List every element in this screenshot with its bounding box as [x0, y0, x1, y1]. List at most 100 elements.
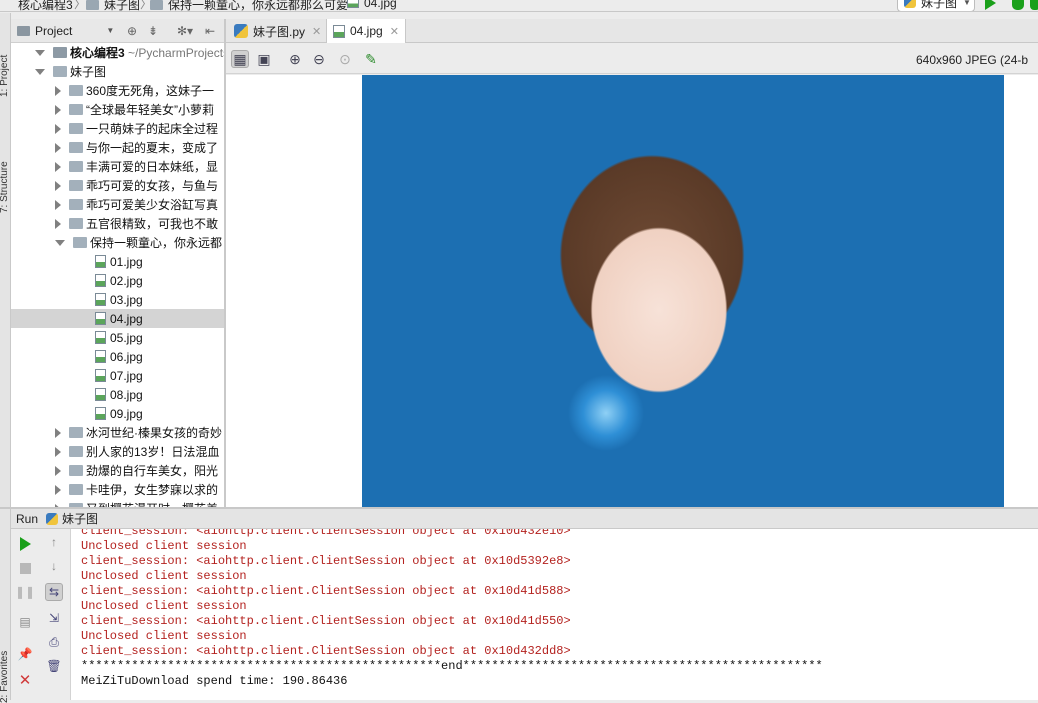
scroll-up-icon[interactable]: ↑: [45, 533, 63, 551]
console-output[interactable]: client_session: <aiohttp.client.ClientSe…: [71, 529, 1038, 700]
tree-root[interactable]: 核心编程3 ~/PycharmProjects: [11, 43, 224, 62]
tree-folder[interactable]: 五官很精致，可我也不敢: [11, 214, 224, 233]
breadcrumb-folder[interactable]: 妹子图: [86, 0, 140, 11]
folder-icon: [69, 465, 83, 476]
zoom-in-icon[interactable]: ⊕: [286, 50, 304, 68]
tree-folder[interactable]: 丰满可爱的日本妹纸，显: [11, 157, 224, 176]
console-line: Unclosed client session: [81, 569, 247, 583]
chevron-right-icon: [55, 161, 61, 172]
pin-icon[interactable]: 📌: [16, 645, 34, 663]
tool-tab-project[interactable]: 1: Project: [0, 27, 11, 97]
breadcrumb-subfolder[interactable]: 保持一颗童心，你永远都那么可爱: [150, 0, 348, 11]
tree-folder[interactable]: 360度无死角，这妹子一: [11, 81, 224, 100]
console-line: client_session: <aiohttp.client.ClientSe…: [81, 554, 571, 568]
tree-item-label: 360度无死角，这妹子一: [86, 84, 215, 98]
close-icon[interactable]: ✕: [16, 671, 34, 689]
tree-folder[interactable]: 劲爆的自行车美女，阳光: [11, 461, 224, 480]
image-file-icon: [95, 274, 106, 287]
chevron-right-icon: [55, 123, 61, 134]
folder-icon: [86, 0, 99, 10]
color-picker-icon[interactable]: ✎: [362, 50, 380, 68]
project-panel-header: Project ▼ ⊕ ⇟ ✻▾ ⇤: [11, 19, 224, 43]
stop-icon[interactable]: [16, 559, 34, 577]
locate-icon[interactable]: ⊕: [127, 24, 137, 38]
tree-folder[interactable]: 乖巧可爱美少女浴缸写真: [11, 195, 224, 214]
trash-icon[interactable]: 🗑: [45, 657, 63, 675]
tree-folder[interactable]: 冰河世纪·榛果女孩的奇妙: [11, 423, 224, 442]
actual-size-icon[interactable]: ⊙: [336, 50, 354, 68]
tree-file[interactable]: 08.jpg: [11, 385, 224, 404]
tree-item-label: 06.jpg: [110, 349, 143, 364]
tab-meizitu-py[interactable]: 妹子图.py ✕: [228, 19, 327, 43]
tree-item-label: 07.jpg: [110, 368, 143, 383]
print-icon[interactable]: ⎙: [45, 633, 63, 651]
scroll-to-end-icon[interactable]: ⇲: [45, 609, 63, 627]
gear-icon[interactable]: ✻▾: [177, 24, 193, 38]
tree-item-label: 03.jpg: [110, 292, 143, 307]
python-file-icon: [904, 0, 916, 8]
layout-icon[interactable]: ▤: [16, 613, 34, 631]
tree-item-label: 冰河世纪·榛果女孩的奇妙: [86, 426, 222, 440]
project-view-select[interactable]: Project ▼: [17, 24, 114, 38]
breadcrumb-file[interactable]: 04.jpg: [347, 0, 397, 10]
run-icon[interactable]: [985, 0, 996, 10]
hide-panel-icon[interactable]: ⇤: [205, 24, 215, 38]
folder-icon: [69, 427, 83, 438]
project-tree: 核心编程3 ~/PycharmProjects 妹子图 360度无死角，这妹子一…: [11, 43, 224, 507]
image-file-icon: [95, 331, 106, 344]
tool-tab-favorites[interactable]: 2: Favorites: [0, 623, 11, 703]
folder-icon: [69, 123, 83, 134]
zoom-out-icon[interactable]: ⊖: [310, 50, 328, 68]
toggle-chessboard-icon[interactable]: ▦: [231, 50, 249, 68]
image-file-icon: [95, 350, 106, 363]
soft-wrap-icon[interactable]: ⇆: [45, 583, 63, 601]
breadcrumb-project[interactable]: 核心编程3: [18, 0, 73, 11]
chevron-down-icon: ▼: [963, 0, 971, 7]
tree-folder[interactable]: 一只萌妹子的起床全过程: [11, 119, 224, 138]
tree-file[interactable]: 01.jpg: [11, 252, 224, 271]
scroll-down-icon[interactable]: ↓: [45, 557, 63, 575]
tree-item-label: 04.jpg: [110, 311, 143, 326]
collapse-all-icon[interactable]: ⇟: [148, 24, 158, 38]
tree-file[interactable]: 03.jpg: [11, 290, 224, 309]
run-with-coverage-icon[interactable]: [1030, 0, 1038, 10]
tree-folder[interactable]: 又到樱花漫开时，樱花美: [11, 499, 224, 507]
navigation-bar: 核心编程3 〉 妹子图 〉 保持一颗童心，你永远都那么可爱 〉 04.jpg 妹…: [0, 0, 1038, 12]
python-file-icon: [46, 512, 59, 525]
tree-folder[interactable]: 保持一颗童心，你永远都: [11, 233, 224, 252]
console-line: client_session: <aiohttp.client.ClientSe…: [81, 584, 571, 598]
breadcrumb-separator: 〉: [74, 0, 87, 11]
tree-file[interactable]: 07.jpg: [11, 366, 224, 385]
photo-preview: [362, 75, 1004, 507]
console-line: client_session: <aiohttp.client.ClientSe…: [81, 614, 571, 628]
close-icon[interactable]: ✕: [390, 25, 399, 38]
tree-folder[interactable]: 卡哇伊，女生梦寐以求的: [11, 480, 224, 499]
toggle-grid-icon[interactable]: ▣: [255, 50, 273, 68]
tree-folder[interactable]: 别人家的13岁！日法混血: [11, 442, 224, 461]
tree-file[interactable]: 05.jpg: [11, 328, 224, 347]
chevron-right-icon: [55, 427, 61, 438]
tree-file[interactable]: 04.jpg: [11, 309, 224, 328]
tree-item-label: 05.jpg: [110, 330, 143, 345]
tree-file[interactable]: 02.jpg: [11, 271, 224, 290]
close-icon[interactable]: ✕: [312, 25, 321, 38]
tree-folder[interactable]: “全球最年轻美女”小萝莉: [11, 100, 224, 119]
image-file-icon: [95, 369, 106, 382]
pause-icon[interactable]: ❚❚: [15, 583, 35, 601]
run-configuration-select[interactable]: 妹子图 ▼: [897, 0, 975, 11]
rerun-icon[interactable]: [16, 535, 34, 553]
tree-item-label: 别人家的13岁！日法混血: [86, 445, 220, 459]
console-line: MeiZiTuDownload spend time: 190.86436: [81, 674, 348, 688]
tree-folder[interactable]: 与你一起的夏末，变成了: [11, 138, 224, 157]
tree-folder[interactable]: 乖巧可爱的女孩，与鱼与: [11, 176, 224, 195]
run-panel-title: Run: [16, 511, 39, 526]
debug-icon[interactable]: [1012, 0, 1024, 10]
chevron-right-icon: [55, 85, 61, 96]
tree-item-label: 五官很精致，可我也不敢: [86, 217, 219, 231]
chevron-right-icon: [55, 465, 61, 476]
tool-tab-structure[interactable]: 7: Structure: [0, 123, 11, 213]
tree-folder-meizitu[interactable]: 妹子图: [11, 62, 224, 81]
tree-file[interactable]: 09.jpg: [11, 404, 224, 423]
tab-04-jpg[interactable]: 04.jpg ✕: [326, 19, 406, 43]
tree-file[interactable]: 06.jpg: [11, 347, 224, 366]
